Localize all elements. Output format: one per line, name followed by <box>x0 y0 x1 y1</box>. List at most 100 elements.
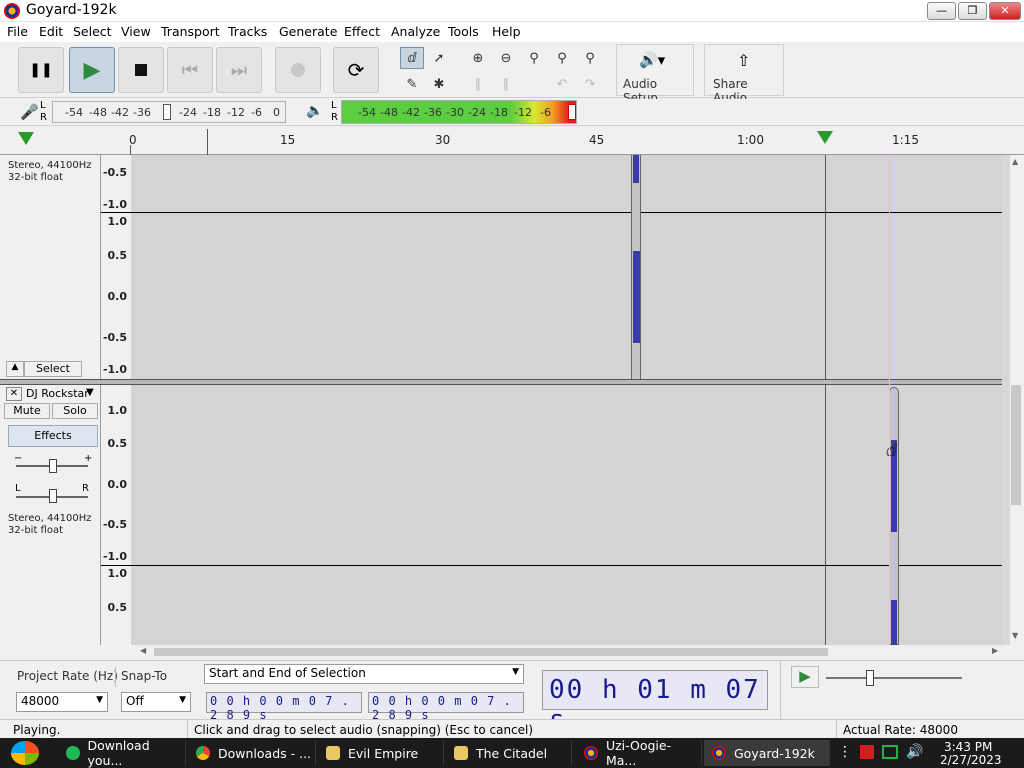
windows-logo-icon <box>11 741 39 765</box>
track2-name[interactable]: DJ Rockstar <box>26 387 89 400</box>
silence-button[interactable]: ∥ <box>494 73 518 95</box>
taskbar-item-chrome[interactable]: Downloads - ... <box>188 740 316 766</box>
audio-position-display[interactable]: 00 h 01 m 07 s <box>542 670 768 735</box>
zoom-in-button[interactable]: ⊕ <box>466 47 490 69</box>
zoom-out-button[interactable]: ⊖ <box>494 47 518 69</box>
audio-setup-button[interactable]: 🔊▾ Audio Setup <box>616 44 694 105</box>
track1-control-panel[interactable]: Stereo, 44100Hz 32-bit float ▲ Select <box>0 155 101 379</box>
track2-solo-button[interactable]: Solo <box>52 403 98 419</box>
multi-tool-button[interactable]: ✱ <box>427 73 451 95</box>
play-speed-slider[interactable] <box>826 677 962 679</box>
menu-select[interactable]: Select <box>73 24 112 39</box>
share-audio-button[interactable]: ⇧ Share Audio <box>704 44 784 105</box>
play-button[interactable]: ▶ <box>69 47 115 93</box>
play-scale-label: -42 <box>402 106 420 119</box>
play-at-speed-button[interactable]: ▶ <box>791 666 819 688</box>
taskbar-item-citadel[interactable]: The Citadel <box>446 740 572 766</box>
pan-left-label: L <box>15 483 21 494</box>
audio-clip[interactable] <box>889 387 899 645</box>
snap-to-select[interactable]: Off ▼ <box>121 692 191 712</box>
envelope-tool-button[interactable]: ➚ <box>427 47 451 69</box>
taskbar-item-download[interactable]: Download you... <box>58 738 186 768</box>
track2-mute-button[interactable]: Mute <box>4 403 50 419</box>
playback-position-icon[interactable] <box>817 131 833 144</box>
menu-edit[interactable]: Edit <box>39 24 63 39</box>
menu-file[interactable]: File <box>7 24 28 39</box>
undo-icon: ↶ <box>556 76 568 92</box>
horizontal-scrollbar[interactable]: ◀ ▶ <box>140 646 1004 658</box>
record-meter[interactable]: -54 -48 -42 -36 -24 -18 -12 -6 0 <box>52 101 286 123</box>
flag-icon[interactable] <box>860 745 874 759</box>
taskbar-item-goyard[interactable]: Goyard-192k <box>704 740 830 766</box>
pan-slider-handle[interactable] <box>49 489 57 503</box>
track2-effects-button[interactable]: Effects <box>8 425 98 447</box>
skip-end-button[interactable]: ⏭ <box>216 47 262 93</box>
record-button[interactable] <box>275 47 321 93</box>
horizontal-scroll-thumb[interactable] <box>154 648 828 656</box>
scroll-down-icon[interactable]: ▼ <box>1012 631 1018 640</box>
play-head-marker-icon[interactable] <box>18 132 34 145</box>
menu-transport[interactable]: Transport <box>161 24 220 39</box>
taskbar-item-uzi[interactable]: Uzi-Oogie-Ma... <box>576 738 702 768</box>
rec-level-handle[interactable] <box>163 104 171 120</box>
trim-button[interactable]: ∥ <box>466 73 490 95</box>
status-state: Playing. <box>13 723 61 737</box>
track2-vertical-ruler[interactable]: 1.0 0.5 0.0 -0.5 -1.0 1.0 0.5 <box>101 385 131 645</box>
timeline-ruler[interactable]: 0 15 30 45 1:00 1:15 <box>0 127 1024 155</box>
draw-tool-button[interactable]: ✎ <box>400 73 424 95</box>
selection-mode-select[interactable]: Start and End of Selection ▼ <box>204 664 524 684</box>
fit-project-button[interactable]: ⚲ <box>550 47 574 69</box>
play-level-handle[interactable] <box>568 104 576 120</box>
menu-tracks[interactable]: Tracks <box>228 24 267 39</box>
track2-waveform[interactable]: ⅆ <box>101 385 1002 645</box>
undo-button[interactable]: ↶ <box>550 73 574 95</box>
scroll-up-icon[interactable]: ▲ <box>1012 157 1018 166</box>
project-rate-select[interactable]: 48000 ▼ <box>16 692 108 712</box>
menu-view[interactable]: View <box>121 24 151 39</box>
menu-tools[interactable]: Tools <box>448 24 479 39</box>
separator <box>836 720 837 739</box>
y-axis-label: -1.0 <box>102 198 127 211</box>
minimize-button[interactable]: — <box>927 2 956 20</box>
skip-start-button[interactable]: ⏮ <box>167 47 213 93</box>
selection-tool-button[interactable]: ⅆ <box>400 47 424 69</box>
overflow-dots-icon[interactable]: ⋮ <box>838 744 852 760</box>
audio-clip[interactable] <box>631 155 641 379</box>
menu-effect[interactable]: Effect <box>344 24 380 39</box>
stop-button[interactable] <box>118 47 164 93</box>
menu-generate[interactable]: Generate <box>279 24 337 39</box>
taskbar-item-evil-empire[interactable]: Evil Empire <box>318 740 444 766</box>
stop-icon <box>135 64 147 76</box>
play-scale-label: -30 <box>446 106 464 119</box>
zoom-toggle-button[interactable]: ⚲ <box>578 47 602 69</box>
scroll-right-icon[interactable]: ▶ <box>992 646 998 655</box>
loop-button[interactable]: ⟳ <box>333 47 379 93</box>
gain-slider-handle[interactable] <box>49 459 57 473</box>
close-button[interactable]: ✕ <box>989 2 1021 20</box>
menu-analyze[interactable]: Analyze <box>391 24 440 39</box>
maximize-button[interactable]: ❐ <box>958 2 987 20</box>
volume-icon[interactable]: 🔊 <box>906 744 923 760</box>
track1-collapse-icon[interactable]: ▲ <box>6 361 24 377</box>
track1-vertical-ruler[interactable]: -0.5 -1.0 1.0 0.5 0.0 -0.5 -1.0 <box>101 155 131 379</box>
track1-select-button[interactable]: Select <box>24 361 82 377</box>
redo-button[interactable]: ↷ <box>578 73 602 95</box>
track2-menu-chevron-icon[interactable]: ▼ <box>86 387 94 398</box>
selection-end-time[interactable]: 0 0 h 0 0 m 0 7 . 2 8 9 s <box>368 692 524 722</box>
fit-selection-button[interactable]: ⚲ <box>522 47 546 69</box>
scroll-left-icon[interactable]: ◀ <box>140 646 146 655</box>
track1-waveform[interactable] <box>101 155 1002 379</box>
start-button[interactable] <box>8 740 44 766</box>
play-speed-handle[interactable] <box>866 670 874 686</box>
pause-button[interactable]: ❚❚ <box>18 47 64 93</box>
playback-meter[interactable]: -54 -48 -42 -36 -30 -24 -18 -12 -6 <box>341 100 577 124</box>
speaker-icon: 🔈 <box>306 103 324 119</box>
menu-help[interactable]: Help <box>492 24 521 39</box>
track2-close-icon[interactable]: ✕ <box>6 387 22 401</box>
network-icon[interactable] <box>882 745 898 759</box>
track2-control-panel[interactable]: ✕ DJ Rockstar ▼ Mute Solo Effects − + L … <box>0 385 101 645</box>
ruler-tick: 15 <box>280 133 296 147</box>
selection-start-time[interactable]: 0 0 h 0 0 m 0 7 . 2 8 9 s <box>206 692 362 722</box>
vertical-scrollbar[interactable]: ▲ ▼ <box>1010 155 1024 645</box>
vertical-scroll-thumb[interactable] <box>1011 385 1021 505</box>
